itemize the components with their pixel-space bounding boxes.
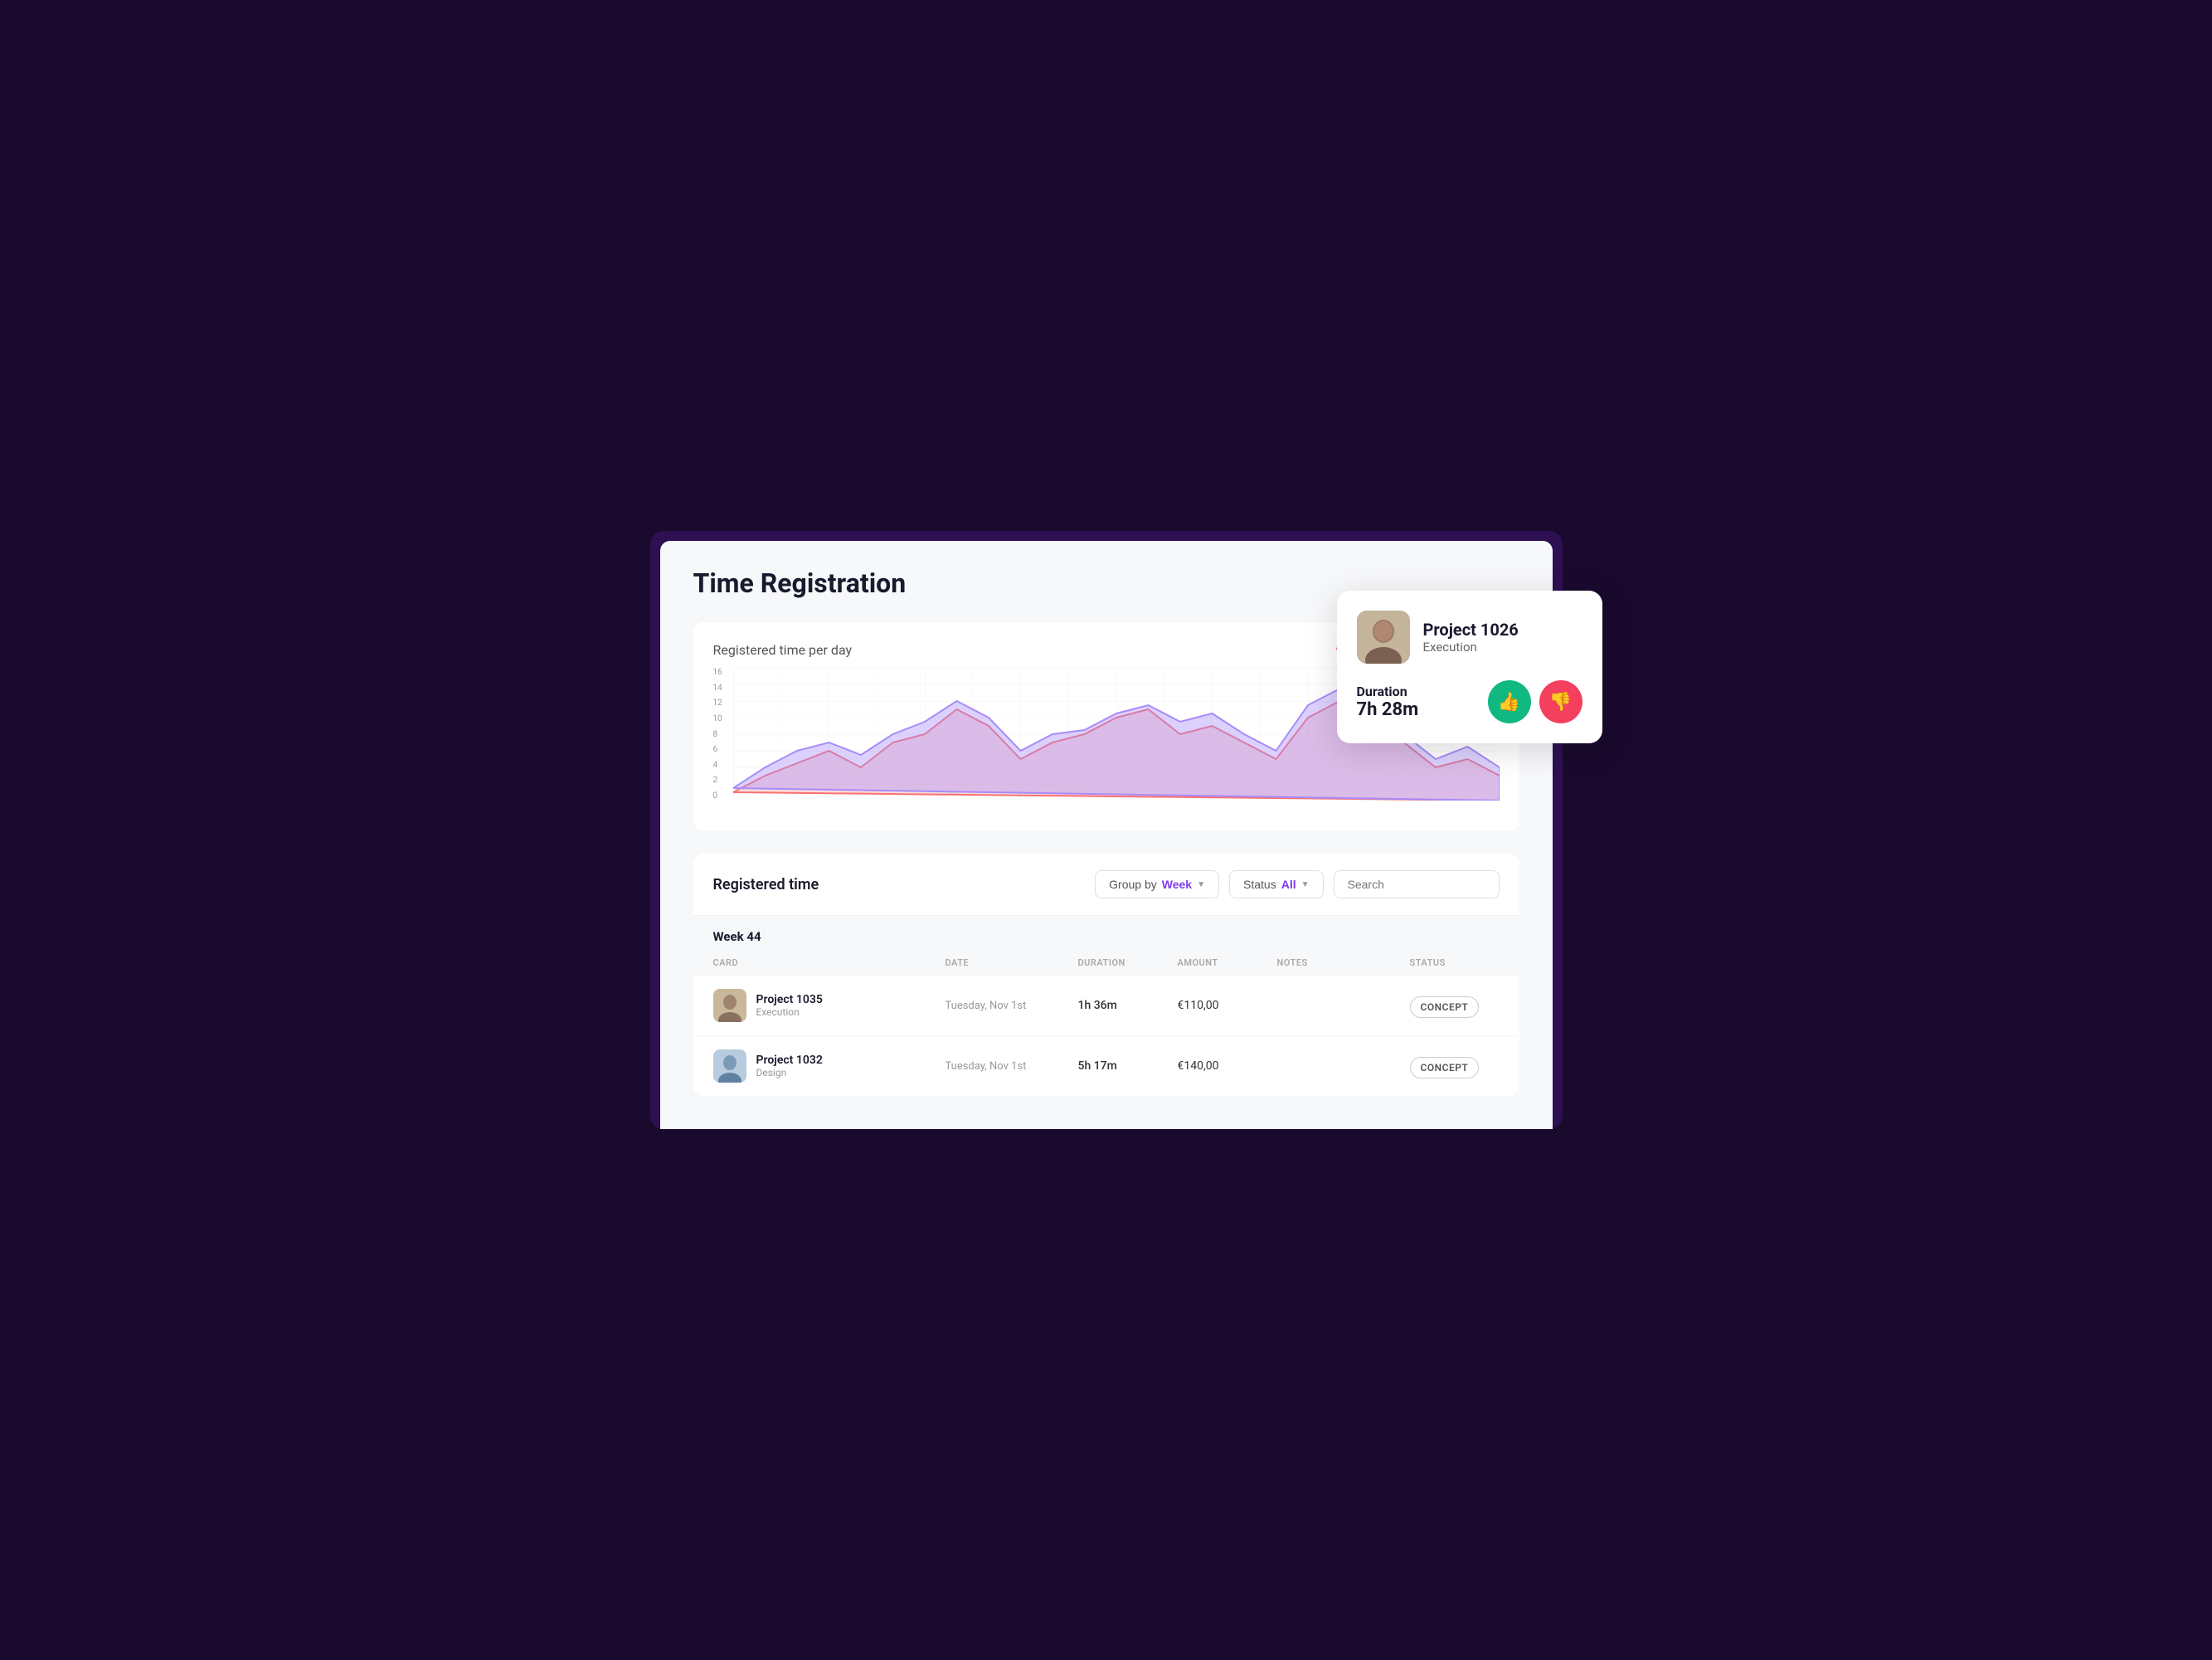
floating-card-titles: Project 1026 Execution [1423,620,1519,655]
amount-cell-2: €140,00 [1178,1059,1277,1073]
column-headers: CARD DATE DURATION AMOUNT NOTES STATUS [693,951,1519,975]
status-value: All [1281,878,1296,891]
status-label: Status [1243,878,1276,891]
floating-card: Project 1026 Execution Duration 7h 28m 👍… [1337,591,1602,743]
card-info-1: Project 1035 Execution [756,993,823,1018]
table-row: Project 1032 Design Tuesday, Nov 1st 5h … [693,1035,1519,1096]
status-badge-1: CONCEPT [1410,996,1480,1018]
duration-value: 7h 28m [1357,699,1419,720]
group-by-button[interactable]: Group by Week ▼ [1095,870,1219,898]
duration-info: Duration 7h 28m [1357,684,1419,720]
col-amount: AMOUNT [1178,957,1277,968]
status-cell-2: CONCEPT [1410,1059,1519,1074]
group-by-chevron: ▼ [1197,880,1205,889]
card-info-2: Project 1032 Design [756,1054,823,1078]
thumbs-down-button[interactable]: 👎 [1539,680,1582,723]
avatar-2 [713,1049,746,1083]
table-row: Project 1035 Execution Tuesday, Nov 1st … [693,975,1519,1035]
group-by-value: Week [1162,878,1192,891]
card-cell-2: Project 1032 Design [713,1049,946,1083]
thumbs-up-button[interactable]: 👍 [1488,680,1531,723]
table-section-title: Registered time [713,876,1082,893]
thumbs-down-icon: 👎 [1549,691,1572,713]
floating-card-header: Project 1026 Execution [1357,611,1582,664]
card-sub-2: Design [756,1067,823,1078]
col-notes: NOTES [1277,957,1410,968]
date-cell-2: Tuesday, Nov 1st [946,1060,1078,1073]
group-by-label: Group by [1109,878,1157,891]
card-cell-1: Project 1035 Execution [713,989,946,1022]
col-status: STATUS [1410,957,1519,968]
duration-cell-1: 1h 36m [1078,999,1178,1012]
amount-cell-1: €110,00 [1178,999,1277,1012]
col-date: DATE [946,957,1078,968]
main-card: Time Registration Registered time per da… [660,541,1553,1129]
duration-cell-2: 5h 17m [1078,1059,1178,1073]
table-section: Registered time Group by Week ▼ Status A… [693,854,1519,1096]
date-cell-1: Tuesday, Nov 1st [946,1000,1078,1012]
chart-y-labels: 0 2 4 6 8 10 12 14 16 [713,668,730,801]
duration-label: Duration [1357,684,1419,699]
floating-card-body: Duration 7h 28m 👍 👎 [1357,680,1582,723]
filter-group: Group by Week ▼ Status All ▼ [1095,870,1499,898]
app-wrapper: Time Registration Registered time per da… [650,531,1563,1129]
avatar-1 [713,989,746,1022]
status-chevron: ▼ [1301,880,1310,889]
card-name-2: Project 1032 [756,1054,823,1067]
status-cell-1: CONCEPT [1410,998,1519,1014]
card-sub-1: Execution [756,1006,823,1018]
thumbs-up-icon: 👍 [1498,691,1520,713]
search-input[interactable] [1334,870,1500,898]
status-badge-2: CONCEPT [1410,1057,1480,1078]
week-label: Week 44 [693,916,1519,951]
floating-avatar [1357,611,1410,664]
table-header-row: Registered time Group by Week ▼ Status A… [693,854,1519,916]
vote-buttons: 👍 👎 [1488,680,1582,723]
col-card: CARD [713,957,946,968]
status-button[interactable]: Status All ▼ [1229,870,1324,898]
floating-project-sub: Execution [1423,640,1519,655]
floating-project-name: Project 1026 [1423,620,1519,640]
card-name-1: Project 1035 [756,993,823,1006]
col-duration: DURATION [1078,957,1178,968]
